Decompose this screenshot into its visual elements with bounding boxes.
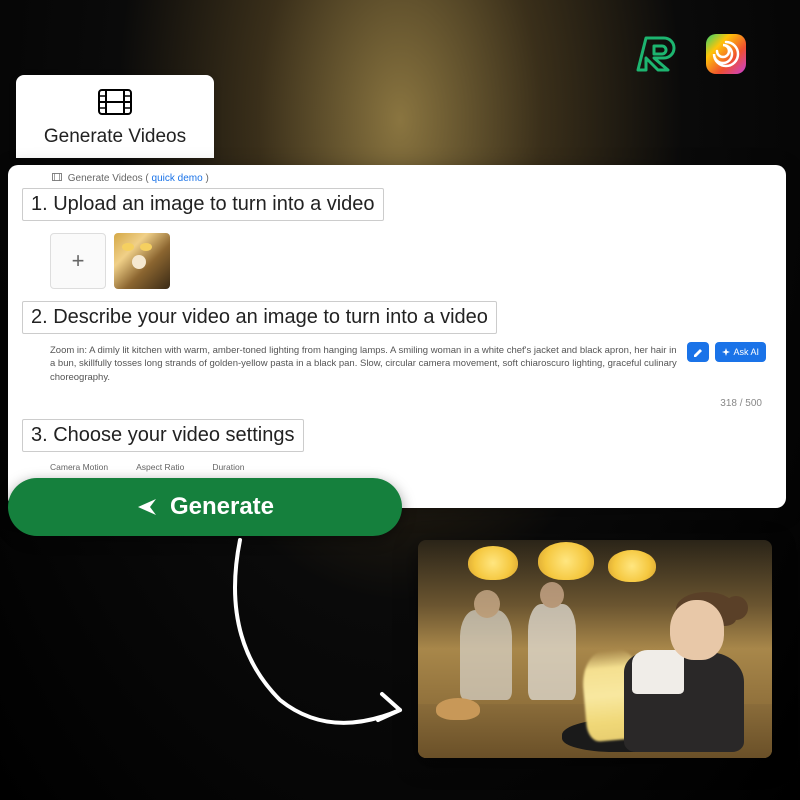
step1-label: 1. Upload an image to turn into a video <box>22 188 384 221</box>
description-row: Zoom in: A dimly lit kitchen with warm, … <box>50 342 766 384</box>
pencil-icon <box>693 347 704 358</box>
uploaded-image-thumbnail[interactable] <box>114 233 170 289</box>
ask-ai-label: Ask AI <box>733 347 759 357</box>
step3-label: 3. Choose your video settings <box>22 419 304 452</box>
film-icon <box>98 89 132 120</box>
spiral-logo-icon <box>702 30 750 78</box>
description-text[interactable]: Zoom in: A dimly lit kitchen with warm, … <box>50 342 681 384</box>
card-header-title: Generate Videos <box>36 126 194 148</box>
breadcrumb: Generate Videos ( quick demo ) <box>52 173 772 184</box>
main-panel: Generate Videos ( quick demo ) 1. Upload… <box>8 165 786 508</box>
result-image <box>418 540 772 758</box>
aspect-ratio-label: Aspect Ratio <box>136 462 184 472</box>
film-mini-icon <box>52 173 62 184</box>
generate-button-label: Generate <box>170 493 274 521</box>
camera-motion-label: Camera Motion <box>50 462 108 472</box>
sparkle-icon <box>722 348 730 356</box>
add-image-button[interactable]: + <box>50 233 106 289</box>
send-icon <box>136 496 158 518</box>
arrow-icon <box>200 520 430 740</box>
r-logo-icon <box>636 30 684 78</box>
card-header: Generate Videos <box>16 75 214 158</box>
edit-button[interactable] <box>687 342 709 362</box>
char-count: 318 / 500 <box>22 398 762 409</box>
duration-label: Duration <box>212 462 244 472</box>
ask-ai-button[interactable]: Ask AI <box>715 342 766 362</box>
breadcrumb-text: Generate Videos <box>68 173 143 184</box>
quick-demo-link[interactable]: quick demo <box>152 173 203 184</box>
step2-label: 2. Describe your video an image to turn … <box>22 301 497 334</box>
upload-row: + <box>50 233 772 289</box>
logo-container <box>636 30 750 78</box>
